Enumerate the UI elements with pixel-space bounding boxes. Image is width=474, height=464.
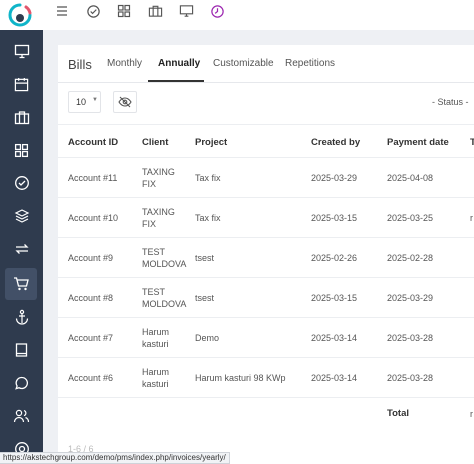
sidebar-item-recurring[interactable]	[0, 233, 43, 265]
bills-card: Bills Monthly Annually Customizable Repe…	[58, 45, 474, 464]
menu-icon[interactable]	[53, 2, 71, 20]
layers-icon	[14, 209, 29, 223]
repeat-icon	[14, 244, 29, 254]
cell-account[interactable]: Account #11	[68, 172, 117, 184]
cell-client[interactable]: TAXING FIX	[142, 166, 182, 190]
cell-created: 2025-03-15	[311, 213, 358, 223]
toggle-columns-button[interactable]	[113, 91, 137, 113]
sidebar-item-users[interactable]	[0, 400, 43, 432]
cell-created: 2025-03-29	[311, 173, 358, 183]
active-tab-indicator	[148, 80, 204, 82]
table-header: Account ID Client Project Created by Pay…	[58, 124, 474, 158]
table-row[interactable]: Account #11 TAXING FIX Tax fix 2025-03-2…	[58, 158, 474, 198]
check-circle-icon[interactable]	[84, 2, 102, 20]
eye-off-icon	[118, 96, 132, 108]
chevron-down-icon: ▼	[92, 97, 98, 103]
cell-client[interactable]: TAXING FIX	[142, 206, 182, 230]
anchor-icon	[15, 309, 28, 325]
tab-customizable[interactable]: Customizable	[213, 58, 274, 69]
page-title: Bills	[68, 57, 92, 72]
table-row[interactable]: Account #6 Harum kasturi Harum kasturi 9…	[58, 358, 474, 398]
status-url: https://akstechgroup.com/demo/pms/index.…	[3, 453, 226, 462]
sidebar-item-messages[interactable]	[0, 367, 43, 399]
cell-payment: 2025-02-28	[387, 253, 434, 263]
calendar-icon	[14, 77, 29, 91]
page-size-value: 10	[76, 97, 87, 107]
history-icon[interactable]	[208, 2, 226, 20]
cell-client[interactable]: TEST MOLDOVA	[142, 246, 186, 270]
monitor-icon	[14, 44, 29, 58]
briefcase-icon[interactable]	[146, 2, 164, 20]
cell-account[interactable]: Account #9	[68, 252, 113, 264]
cell-payment: 2025-03-25	[387, 213, 434, 223]
table-row[interactable]: Account #8 TEST MOLDOVA tsest 2025-03-15…	[58, 278, 474, 318]
table-row[interactable]: Account #9 TEST MOLDOVA tsest 2025-02-26…	[58, 238, 474, 278]
cell-project[interactable]: Tax fix	[195, 212, 221, 224]
sidebar-item-knowledge[interactable]	[0, 334, 43, 366]
sidebar-item-events[interactable]	[0, 68, 43, 100]
sidebar-item-sales[interactable]	[5, 268, 37, 300]
header-project[interactable]: Project	[195, 137, 227, 148]
users-icon	[13, 409, 30, 423]
table-row[interactable]: Account #7 Harum kasturi Demo 2025-03-14…	[58, 318, 474, 358]
sidebar	[0, 30, 43, 464]
cell-created: 2025-02-26	[311, 253, 358, 263]
status-filter[interactable]: - Status -	[432, 97, 469, 107]
grid-icon[interactable]	[115, 2, 133, 20]
sidebar-item-layers[interactable]	[0, 200, 43, 232]
header-client[interactable]: Client	[142, 137, 168, 148]
grid-icon	[14, 143, 29, 157]
sidebar-item-projects[interactable]	[0, 101, 43, 133]
sidebar-item-dashboard[interactable]	[0, 35, 43, 67]
header-created-by[interactable]: Created by	[311, 137, 360, 148]
cell-project[interactable]: Demo	[195, 332, 219, 344]
sidebar-item-apps[interactable]	[0, 134, 43, 166]
message-icon	[14, 376, 28, 390]
cell-created: 2025-03-15	[311, 293, 358, 303]
bills-tabs: Bills Monthly Annually Customizable Repe…	[58, 45, 474, 83]
sidebar-item-tasks[interactable]	[0, 167, 43, 199]
cell-client[interactable]: Harum kasturi	[142, 326, 182, 350]
header-truncated[interactable]: T	[470, 137, 474, 148]
cell-account[interactable]: Account #8	[68, 292, 113, 304]
table-row[interactable]: Account #10 TAXING FIX Tax fix 2025-03-1…	[58, 198, 474, 238]
tab-repetitions[interactable]: Repetitions	[285, 58, 335, 69]
header-payment-date[interactable]: Payment date	[387, 137, 449, 148]
cell-project[interactable]: tsest	[195, 252, 214, 264]
cell-payment: 2025-03-28	[387, 373, 434, 383]
cell-payment: 2025-04-08	[387, 173, 434, 183]
tab-annually[interactable]: Annually	[158, 58, 200, 69]
cell-payment: 2025-03-28	[387, 333, 434, 343]
app-logo[interactable]	[6, 1, 34, 29]
cell-client[interactable]: Harum kasturi	[142, 366, 182, 390]
cell-project[interactable]: tsest	[195, 292, 214, 304]
cart-icon	[13, 277, 29, 291]
check-circle-icon	[14, 176, 29, 190]
cell-project[interactable]: Harum kasturi 98 KWp	[195, 372, 286, 384]
total-extra: r	[470, 409, 473, 419]
cell-project[interactable]: Tax fix	[195, 172, 221, 184]
cell-client[interactable]: TEST MOLDOVA	[142, 286, 186, 310]
book-icon	[15, 343, 28, 357]
header-account-id[interactable]: Account ID	[68, 137, 118, 148]
cell-created: 2025-03-14	[311, 373, 358, 383]
cell-account[interactable]: Account #10	[68, 212, 118, 224]
briefcase-icon	[14, 110, 29, 124]
cell-account[interactable]: Account #6	[68, 372, 113, 384]
browser-status-bar: https://akstechgroup.com/demo/pms/index.…	[0, 452, 230, 464]
top-bar	[0, 0, 474, 30]
tab-monthly[interactable]: Monthly	[107, 58, 142, 69]
monitor-icon[interactable]	[177, 2, 195, 20]
cell-payment: 2025-03-29	[387, 293, 434, 303]
page-size-select[interactable]: 10 ▼	[68, 91, 101, 113]
cell-extra: r	[470, 213, 473, 223]
cell-account[interactable]: Account #7	[68, 332, 113, 344]
sidebar-item-anchor[interactable]	[0, 301, 43, 333]
total-label: Total	[387, 408, 409, 419]
cell-created: 2025-03-14	[311, 333, 358, 343]
